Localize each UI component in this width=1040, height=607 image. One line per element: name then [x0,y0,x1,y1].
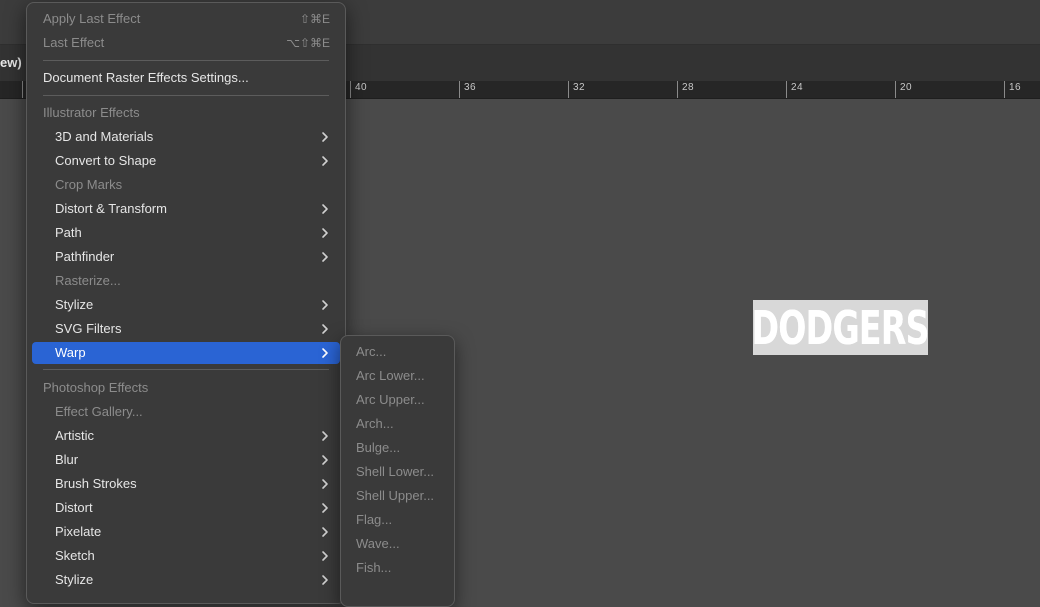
menu-item-label: Sketch [55,548,95,563]
chevron-right-icon [320,222,330,244]
menu-item-label: Pixelate [55,524,102,539]
ruler-label: 40 [355,82,368,93]
chevron-right-icon [320,246,330,268]
warp-item-shell-lower[interactable]: Shell Lower... [356,461,434,483]
section-header-label: Illustrator Effects [43,105,140,120]
ruler-tick: 40 [350,81,367,98]
menu-item-label: Document Raster Effects Settings... [43,70,249,85]
menu-item-effect-gallery[interactable]: Effect Gallery... [32,401,340,423]
warp-item-arc[interactable]: Arc... [356,341,386,363]
warp-item-bulge[interactable]: Bulge... [356,437,400,459]
menu-item-label: Brush Strokes [55,476,137,491]
menu-item-label: Blur [55,452,79,467]
menu-item-label: Pathfinder [55,249,115,264]
menu-item-label: Distort [55,500,93,515]
ruler-tick: 20 [895,81,912,98]
menu-item-3d-and-materials[interactable]: 3D and Materials [32,126,340,148]
menu-item-label: Stylize [55,297,94,312]
selected-text-artwork[interactable]: DODGERS [753,300,928,355]
menu-item-convert-to-shape[interactable]: Convert to Shape [32,150,340,172]
ruler-tick: 16 [1004,81,1021,98]
menu-item-label: Crop Marks [55,177,123,192]
ruler-tick: 28 [677,81,694,98]
menu-item-label: Warp [55,345,86,360]
menu-item-distort-transform[interactable]: Distort & Transform [32,198,340,220]
control-bar-label: ew) [0,55,22,70]
warp-submenu: Arc... Arc Lower... Arc Upper... Arch... Bul… [340,335,455,607]
ruler-label: 20 [900,82,913,93]
chevron-right-icon [320,425,330,447]
chevron-right-icon [320,150,330,172]
chevron-right-icon [320,342,330,364]
menu-section-header-photoshop: Photoshop Effects [32,377,340,399]
chevron-right-icon [320,473,330,495]
menu-item-pixelate[interactable]: Pixelate [32,521,340,543]
ruler-label: 32 [573,82,586,93]
menu-item-last-effect[interactable]: Last Effect ⌥⇧⌘E [32,32,340,54]
menu-item-label: 3D and Materials [55,129,154,144]
menu-item-rasterize[interactable]: Rasterize... [32,270,340,292]
menu-item-blur[interactable]: Blur [32,449,340,471]
ruler-tick: 24 [786,81,803,98]
menu-separator [43,369,329,370]
menu-item-pathfinder[interactable]: Pathfinder [32,246,340,268]
menu-shortcut: ⇧⌘E [299,12,330,26]
chevron-right-icon [320,126,330,148]
menu-shortcut: ⌥⇧⌘E [286,36,330,50]
artwork-text: DODGERS [753,300,928,355]
warp-item-fish[interactable]: Fish... [356,557,391,579]
effect-menu: Apply Last Effect ⇧⌘E Last Effect ⌥⇧⌘E D… [26,2,346,604]
menu-item-label: SVG Filters [55,321,122,336]
chevron-right-icon [320,318,330,340]
menu-item-path[interactable]: Path [32,222,340,244]
menu-item-label: Path [55,225,82,240]
ruler-tick [22,81,23,98]
section-header-label: Photoshop Effects [43,380,149,395]
menu-item-label: Artistic [55,428,94,443]
chevron-right-icon [320,449,330,471]
menu-item-brush-strokes[interactable]: Brush Strokes [32,473,340,495]
menu-item-label: Rasterize... [55,273,121,288]
warp-item-flag[interactable]: Flag... [356,509,392,531]
menu-item-artistic[interactable]: Artistic [32,425,340,447]
ruler-label: 36 [464,82,477,93]
menu-item-label: Effect Gallery... [55,404,143,419]
menu-separator [43,60,329,61]
menu-item-label: Distort & Transform [55,201,167,216]
menu-item-warp[interactable]: Warp [32,342,340,364]
chevron-right-icon [320,294,330,316]
ruler-label: 28 [682,82,695,93]
warp-item-arc-upper[interactable]: Arc Upper... [356,389,425,411]
warp-item-shell-upper[interactable]: Shell Upper... [356,485,434,507]
menu-item-label: Convert to Shape [55,153,157,168]
menu-item-svg-filters[interactable]: SVG Filters [32,318,340,340]
warp-item-arc-lower[interactable]: Arc Lower... [356,365,425,387]
menu-item-document-raster-effects-settings[interactable]: Document Raster Effects Settings... [32,67,340,89]
chevron-right-icon [320,521,330,543]
menu-item-stylize[interactable]: Stylize [32,294,340,316]
menu-separator [43,95,329,96]
menu-item-crop-marks[interactable]: Crop Marks [32,174,340,196]
menu-section-header-illustrator: Illustrator Effects [32,102,340,124]
ruler-tick: 32 [568,81,585,98]
chevron-right-icon [320,198,330,220]
menu-item-label: Apply Last Effect [43,11,141,26]
ruler-tick: 36 [459,81,476,98]
chevron-right-icon [320,545,330,567]
warp-item-wave[interactable]: Wave... [356,533,400,555]
warp-item-arch[interactable]: Arch... [356,413,394,435]
chevron-right-icon [320,497,330,519]
ruler-label: 16 [1009,82,1022,93]
menu-item-distort[interactable]: Distort [32,497,340,519]
menu-item-label: Last Effect [43,35,105,50]
ruler-label: 24 [791,82,804,93]
menu-item-apply-last-effect[interactable]: Apply Last Effect ⇧⌘E [32,8,340,30]
menu-item-sketch[interactable]: Sketch [32,545,340,567]
